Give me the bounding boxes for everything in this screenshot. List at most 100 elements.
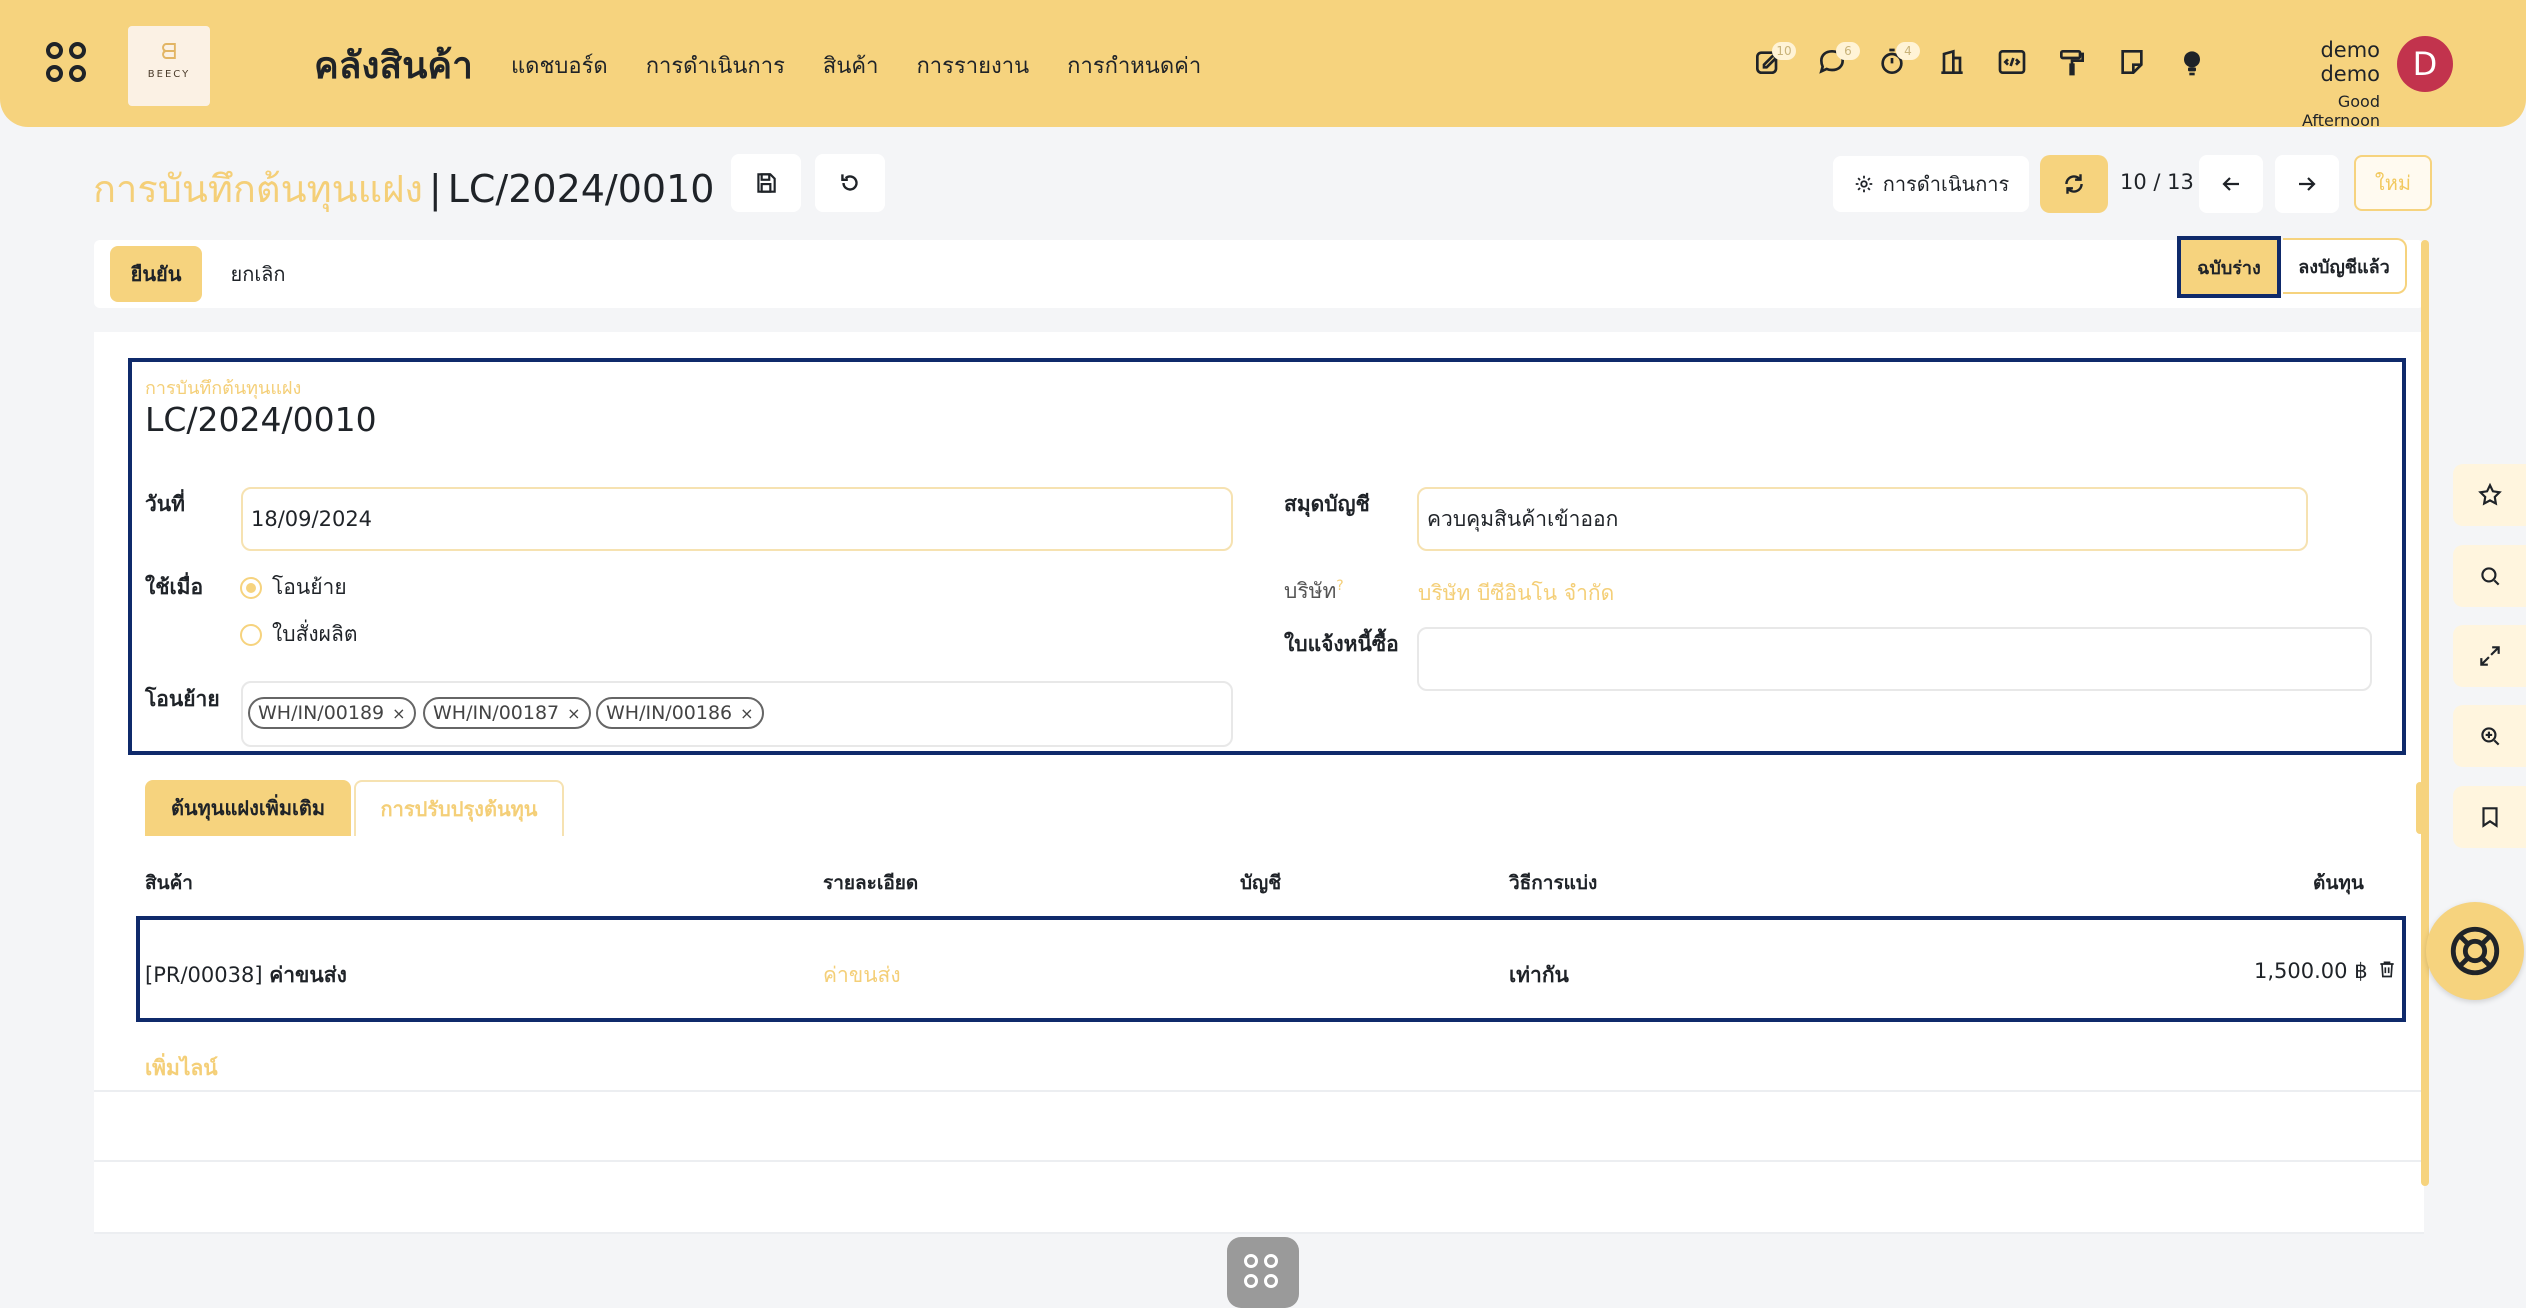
transfer-tag[interactable]: WH/IN/00187 × bbox=[423, 697, 591, 729]
messages-icon[interactable]: 6 bbox=[1816, 42, 1860, 82]
transfer-tag[interactable]: WH/IN/00189 × bbox=[248, 697, 416, 729]
confirm-button[interactable]: ยืนยัน bbox=[110, 246, 202, 302]
undo-icon bbox=[841, 174, 858, 191]
stage-draft[interactable]: ฉบับร่าง bbox=[2177, 236, 2281, 298]
row-description[interactable]: ค่าขนส่ง bbox=[823, 959, 901, 992]
zoom-button[interactable] bbox=[2453, 705, 2526, 767]
main-menu: แดชบอร์ด การดำเนินการ สินค้า การรายงาน ก… bbox=[511, 48, 1239, 83]
greeting: Good Afternoon bbox=[2302, 92, 2380, 130]
refresh-button[interactable] bbox=[2040, 155, 2108, 213]
sticky-note-icon[interactable] bbox=[2116, 46, 2152, 82]
timer-badge: 4 bbox=[1896, 42, 1920, 60]
trash-icon[interactable] bbox=[2377, 958, 2397, 985]
remove-tag-icon[interactable]: × bbox=[567, 704, 580, 723]
save-button[interactable] bbox=[731, 154, 801, 212]
menu-dashboard[interactable]: แดชบอร์ด bbox=[511, 48, 608, 83]
arrow-right-icon bbox=[2299, 177, 2316, 191]
paint-roller-icon[interactable] bbox=[2056, 46, 2092, 82]
menu-configuration[interactable]: การกำหนดค่า bbox=[1067, 48, 1201, 83]
action-menu-button[interactable]: การดำเนินการ bbox=[1833, 156, 2029, 212]
stage-posted[interactable]: ลงบัญชีแล้ว bbox=[2283, 238, 2407, 294]
radio-mo-label: ใบสั่งผลิต bbox=[272, 622, 358, 646]
bee-logo-icon: ᗺ bbox=[161, 40, 177, 65]
bottom-apps-icon[interactable] bbox=[1227, 1237, 1299, 1308]
column-description[interactable]: รายละเอียด bbox=[823, 868, 918, 898]
tab-valuation-adjustments[interactable]: การปรับปรุงต้นทุน bbox=[354, 780, 564, 836]
column-account[interactable]: บัญชี bbox=[1240, 868, 1281, 898]
gear-icon bbox=[1855, 175, 1872, 193]
breadcrumb-current: LC/2024/0010 bbox=[447, 167, 715, 211]
activity-badge: 10 bbox=[1772, 42, 1796, 60]
action-menu-label: การดำเนินการ bbox=[1882, 172, 2010, 196]
divider bbox=[94, 1090, 2424, 1092]
brand-text: BEECY bbox=[147, 69, 191, 80]
company-logo[interactable]: ᗺ BEECY bbox=[128, 26, 210, 106]
cancel-button[interactable]: ยกเลิก bbox=[210, 246, 306, 302]
star-icon bbox=[2477, 482, 2502, 506]
column-cost[interactable]: ต้นทุน bbox=[2313, 868, 2364, 898]
remove-tag-icon[interactable]: × bbox=[392, 704, 405, 723]
column-split-method[interactable]: วิธีการแบ่ง bbox=[1509, 868, 1597, 898]
discard-button[interactable] bbox=[815, 154, 885, 212]
apply-on-label: ใช้เมื่อ bbox=[145, 575, 204, 599]
document-name: LC/2024/0010 bbox=[145, 400, 377, 439]
row-product[interactable]: [PR/00038] ค่าขนส่ง bbox=[145, 959, 347, 992]
company-switch-icon[interactable] bbox=[1936, 46, 1972, 82]
save-icon bbox=[757, 173, 776, 193]
transfers-label: โอนย้าย bbox=[145, 687, 220, 711]
previous-record-button[interactable] bbox=[2199, 155, 2263, 213]
expand-icon bbox=[2479, 646, 2500, 666]
transfer-tag-label: WH/IN/00189 bbox=[258, 702, 385, 724]
table-row[interactable] bbox=[136, 916, 2406, 1022]
transfer-tag[interactable]: WH/IN/00186 × bbox=[596, 697, 764, 729]
avatar[interactable]: D bbox=[2397, 36, 2453, 92]
journal-field[interactable]: ควบคุมสินค้าเข้าออก bbox=[1417, 487, 2308, 551]
transfer-tag-label: WH/IN/00187 bbox=[433, 702, 560, 724]
breadcrumb: การบันทึกต้นทุนแฝง | LC/2024/0010 bbox=[93, 158, 714, 219]
radio-transfer[interactable]: โอนย้าย bbox=[240, 571, 347, 604]
tab-additional-costs[interactable]: ต้นทุนแฝงเพิ่มเติม bbox=[145, 780, 351, 836]
column-product[interactable]: สินค้า bbox=[145, 868, 193, 898]
company-value: บริษัท บีซีอินโน จำกัด bbox=[1418, 581, 1615, 605]
product-code: [PR/00038] bbox=[145, 963, 263, 987]
activity-icon[interactable]: 10 bbox=[1752, 42, 1796, 82]
menu-reporting[interactable]: การรายงาน bbox=[916, 48, 1029, 83]
date-field[interactable]: 18/09/2024 bbox=[241, 487, 1233, 551]
scrollbar[interactable] bbox=[2421, 240, 2429, 1186]
arrow-left-icon bbox=[2222, 177, 2239, 191]
lightbulb-icon[interactable] bbox=[2176, 46, 2212, 82]
bookmark-button[interactable] bbox=[2453, 786, 2526, 848]
radio-dot-checked bbox=[240, 576, 262, 599]
app-title[interactable]: คลังสินค้า bbox=[314, 36, 473, 95]
radio-manufacturing-order[interactable]: ใบสั่งผลิต bbox=[240, 618, 357, 651]
timer-icon[interactable]: 4 bbox=[1876, 42, 1920, 82]
new-record-button[interactable]: ใหม่ bbox=[2354, 155, 2432, 211]
vendor-bill-field[interactable] bbox=[1417, 627, 2372, 691]
search-button[interactable] bbox=[2453, 545, 2526, 607]
messages-badge: 6 bbox=[1836, 42, 1860, 60]
menu-operations[interactable]: การดำเนินการ bbox=[646, 48, 785, 83]
zoom-in-icon bbox=[2480, 727, 2499, 746]
user-menu[interactable]: demo demo Good Afternoon bbox=[2260, 38, 2380, 130]
menu-products[interactable]: สินค้า bbox=[823, 48, 879, 83]
row-split-method[interactable]: เท่ากัน bbox=[1509, 959, 1569, 992]
apps-menu-icon[interactable] bbox=[46, 42, 90, 86]
pager-value[interactable]: 10 / 13 bbox=[2120, 170, 2194, 194]
help-tooltip-icon[interactable]: ? bbox=[1336, 578, 1343, 594]
next-record-button[interactable] bbox=[2275, 155, 2339, 213]
breadcrumb-parent[interactable]: การบันทึกต้นทุนแฝง bbox=[93, 167, 423, 211]
product-name: ค่าขนส่ง bbox=[269, 963, 347, 987]
company-label-text: บริษัท bbox=[1284, 579, 1337, 603]
help-lifebuoy-button[interactable] bbox=[2426, 902, 2524, 1000]
remove-tag-icon[interactable]: × bbox=[740, 704, 753, 723]
expand-button[interactable] bbox=[2453, 625, 2526, 687]
vendor-bill-label: ใบแจ้งหนี้ซื้อ bbox=[1284, 632, 1399, 656]
row-cost[interactable]: 1,500.00 ฿ bbox=[2254, 959, 2368, 983]
debug-code-icon[interactable] bbox=[1996, 46, 2032, 82]
status-bar: ยืนยัน ยกเลิก bbox=[94, 240, 2424, 308]
favorite-button[interactable] bbox=[2453, 464, 2526, 526]
scrollbar-thumb[interactable] bbox=[2416, 782, 2424, 834]
add-line-link[interactable]: เพิ่มไลน์ bbox=[145, 1052, 218, 1085]
breadcrumb-separator: | bbox=[428, 167, 442, 211]
radio-transfer-label: โอนย้าย bbox=[272, 575, 347, 599]
